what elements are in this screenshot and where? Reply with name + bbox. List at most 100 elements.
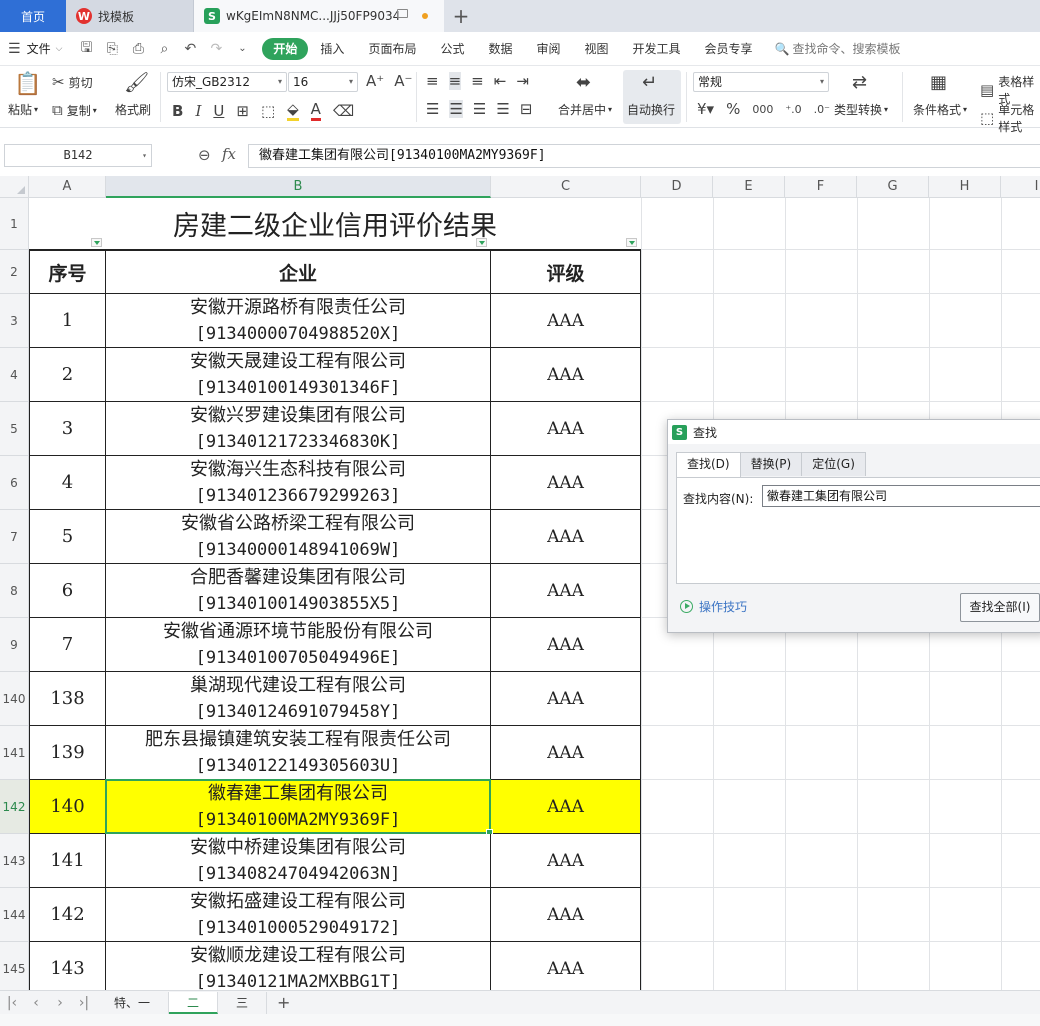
cell-seq[interactable]: 140: [29, 780, 106, 834]
cell-company[interactable]: 巢湖现代建设工程有限公司 [91340124691079458Y]: [106, 672, 491, 726]
row-header-140[interactable]: 140: [0, 672, 29, 726]
type-convert-button[interactable]: 类型转换 ▾: [834, 101, 888, 118]
align-bottom-icon[interactable]: ≡: [471, 72, 484, 90]
cell-seq[interactable]: 141: [29, 834, 106, 888]
bold-icon[interactable]: B: [172, 102, 183, 120]
cell-grade[interactable]: AAA: [491, 402, 641, 456]
cell-grade[interactable]: AAA: [491, 510, 641, 564]
filter-dropdown-icon[interactable]: [626, 238, 637, 247]
row-header-142[interactable]: 142: [0, 780, 29, 834]
header-cell-1[interactable]: 序号: [29, 250, 106, 294]
cell-grade[interactable]: AAA: [491, 726, 641, 780]
cell-company[interactable]: 安徽兴罗建设集团有限公司 [91340121723346830K]: [106, 402, 491, 456]
row-header-143[interactable]: 143: [0, 834, 29, 888]
cell-grade[interactable]: AAA: [491, 888, 641, 942]
cell-company[interactable]: 安徽海兴生态科技有限公司 [913401236679299263]: [106, 456, 491, 510]
row-header-145[interactable]: 145: [0, 942, 29, 990]
row-header-141[interactable]: 141: [0, 726, 29, 780]
row-header-1[interactable]: 1: [0, 198, 29, 250]
menu-tab-page-layout[interactable]: 页面布局: [356, 38, 428, 60]
column-header-c[interactable]: C: [491, 176, 641, 198]
cell-company[interactable]: 肥东县撮镇建筑安装工程有限责任公司 [91340122149305603U]: [106, 726, 491, 780]
menu-tab-home[interactable]: 开始: [262, 37, 309, 60]
format-painter-icon[interactable]: 🖌: [124, 70, 149, 94]
cell-company[interactable]: 安徽天晟建设工程有限公司 [91340100149301346F]: [106, 348, 491, 402]
new-tab-button[interactable]: +: [444, 0, 478, 32]
cell-grade[interactable]: AAA: [491, 618, 641, 672]
cell-grade[interactable]: AAA: [491, 942, 641, 990]
font-size-select[interactable]: 16 ▾: [288, 72, 358, 92]
cell-seq[interactable]: 2: [29, 348, 106, 402]
conditional-format-icon[interactable]: ▦: [930, 72, 947, 93]
find-dialog-title-bar[interactable]: S 查找: [668, 420, 1040, 444]
more-icon[interactable]: ⌄: [234, 43, 250, 54]
menu-tab-member[interactable]: 会员专享: [693, 38, 765, 60]
tab-find[interactable]: 查找(D): [676, 452, 741, 478]
command-search[interactable]: 🔍 查找命令、搜索模板: [775, 40, 901, 57]
indent-icon[interactable]: ⇥: [516, 72, 529, 90]
align-top-icon[interactable]: ≡: [426, 72, 439, 90]
row-header-3[interactable]: 3: [0, 294, 29, 348]
italic-icon[interactable]: I: [195, 102, 201, 120]
select-all-corner[interactable]: [0, 176, 29, 198]
tab-document[interactable]: S wKgEImN8NMC...JJj50FP9034: [194, 0, 444, 32]
increase-decimal-icon[interactable]: ⁺.0: [785, 103, 801, 116]
sheet-tab-2[interactable]: 二: [169, 991, 219, 1014]
conditional-format-button[interactable]: 条件格式 ▾: [913, 101, 967, 118]
cell-company[interactable]: 徽春建工集团有限公司 [91340100MA2MY9369F]: [106, 780, 491, 834]
sheet-title[interactable]: 房建二级企业信用评价结果: [29, 198, 641, 250]
menu-tab-insert[interactable]: 插入: [308, 38, 356, 60]
cell-company[interactable]: 安徽开源路桥有限责任公司 [91340000704988520X]: [106, 294, 491, 348]
cell-seq[interactable]: 4: [29, 456, 106, 510]
row-header-6[interactable]: 6: [0, 456, 29, 510]
underline-icon[interactable]: U: [213, 102, 224, 120]
row-header-144[interactable]: 144: [0, 888, 29, 942]
font-name-select[interactable]: 仿宋_GB2312 ▾: [167, 72, 287, 92]
next-sheet-icon[interactable]: ›: [48, 995, 72, 1011]
tab-template[interactable]: W 找模板: [66, 0, 194, 32]
zoom-formula-icon[interactable]: ⊖: [198, 146, 211, 164]
header-cell-3[interactable]: 评级: [491, 250, 641, 294]
sheet-tab-3[interactable]: 三: [218, 991, 268, 1014]
type-convert-icon[interactable]: ⇄: [852, 72, 867, 93]
distribute-icon[interactable]: ⊟: [520, 100, 533, 118]
cell-seq[interactable]: 7: [29, 618, 106, 672]
add-sheet-button[interactable]: +: [277, 993, 290, 1012]
column-header-h[interactable]: H: [929, 176, 1001, 198]
column-header-i[interactable]: I: [1001, 176, 1040, 198]
cell-grade[interactable]: AAA: [491, 834, 641, 888]
row-header-7[interactable]: 7: [0, 510, 29, 564]
justify-icon[interactable]: ☰: [496, 100, 509, 118]
thousands-icon[interactable]: 000: [752, 103, 773, 116]
increase-font-icon[interactable]: A⁺: [366, 72, 384, 90]
merge-button[interactable]: 合并居中 ▾: [558, 101, 612, 118]
row-header-4[interactable]: 4: [0, 348, 29, 402]
cell-grade[interactable]: AAA: [491, 294, 641, 348]
format-painter-button[interactable]: 格式刷: [115, 101, 151, 118]
cell-company[interactable]: 安徽省通源环境节能股份有限公司 [91340100705049496E]: [106, 618, 491, 672]
fill-color-icon[interactable]: ⬙: [287, 100, 299, 121]
decrease-font-icon[interactable]: A⁻: [394, 72, 412, 90]
column-header-g[interactable]: G: [857, 176, 929, 198]
formula-input[interactable]: 徽春建工集团有限公司[91340100MA2MY9369F]: [248, 144, 1040, 168]
column-header-f[interactable]: F: [785, 176, 857, 198]
outdent-icon[interactable]: ⇤: [494, 72, 507, 90]
save-icon[interactable]: 🖫: [78, 37, 94, 61]
cell-company[interactable]: 安徽顺龙建设工程有限公司 [91340121MA2MXBBG1T]: [106, 942, 491, 990]
align-left-icon[interactable]: ☰: [426, 100, 439, 118]
cell-company[interactable]: 合肥香馨建设集团有限公司 [9134010014903855X5]: [106, 564, 491, 618]
last-sheet-icon[interactable]: ›|: [72, 995, 96, 1011]
filter-dropdown-icon[interactable]: [476, 238, 487, 247]
align-middle-icon[interactable]: ≡: [448, 72, 462, 90]
tab-home[interactable]: 首页: [0, 0, 66, 32]
operation-tips-link[interactable]: 操作技巧: [680, 598, 747, 615]
cell-style-button[interactable]: ⬚ 单元格样式: [980, 101, 1040, 135]
cell-grade[interactable]: AAA: [491, 780, 641, 834]
decrease-decimal-icon[interactable]: .0⁻: [814, 103, 830, 116]
filter-dropdown-icon[interactable]: [91, 238, 102, 247]
sheet-tab-1[interactable]: 特、一: [96, 991, 170, 1014]
eraser-icon[interactable]: ⌫: [333, 102, 354, 120]
merge-icon[interactable]: ⬌: [576, 72, 591, 93]
cell-company[interactable]: 安徽中桥建设集团有限公司 [91340824704942063N]: [106, 834, 491, 888]
row-header-9[interactable]: 9: [0, 618, 29, 672]
